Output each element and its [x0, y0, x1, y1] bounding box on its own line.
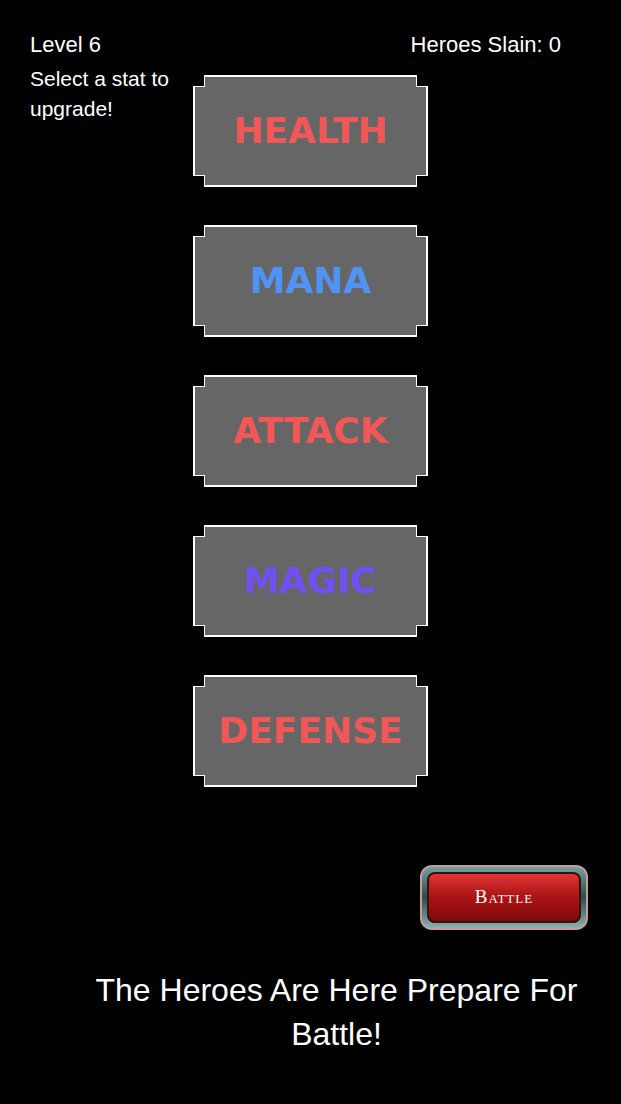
stat-button[interactable]: MAGIC	[193, 525, 428, 637]
stat-button[interactable]: HEALTH	[193, 75, 428, 187]
stat-list: HEALTH MANA ATTACK MAGIC DEFENSE	[193, 64, 428, 787]
stat-button-label[interactable]: ATTACK	[195, 377, 426, 485]
level-label: Level 6	[30, 30, 101, 60]
stat-button-label[interactable]: DEFENSE	[195, 677, 426, 785]
heroes-slain-label: Heroes Slain: 0	[411, 30, 561, 60]
stat-button-label[interactable]: MAGIC	[195, 527, 426, 635]
stat-button-label[interactable]: MANA	[195, 227, 426, 335]
stat-button[interactable]: ATTACK	[193, 375, 428, 487]
stat-button-label[interactable]: HEALTH	[195, 77, 426, 185]
battle-button[interactable]: Battle	[420, 865, 588, 930]
upgrade-panel: Select a stat to upgrade! HEALTH MANA ATTA…	[0, 64, 621, 787]
battle-button-label[interactable]: Battle	[427, 872, 581, 923]
battle-message: The Heroes Are Here Prepare For Battle!	[0, 968, 621, 1056]
stat-button[interactable]: MANA	[193, 225, 428, 337]
upgrade-prompt: Select a stat to upgrade!	[0, 64, 193, 787]
battle-row: Battle	[0, 865, 621, 930]
header-bar: Level 6 Heroes Slain: 0	[0, 0, 621, 60]
stat-button[interactable]: DEFENSE	[193, 675, 428, 787]
